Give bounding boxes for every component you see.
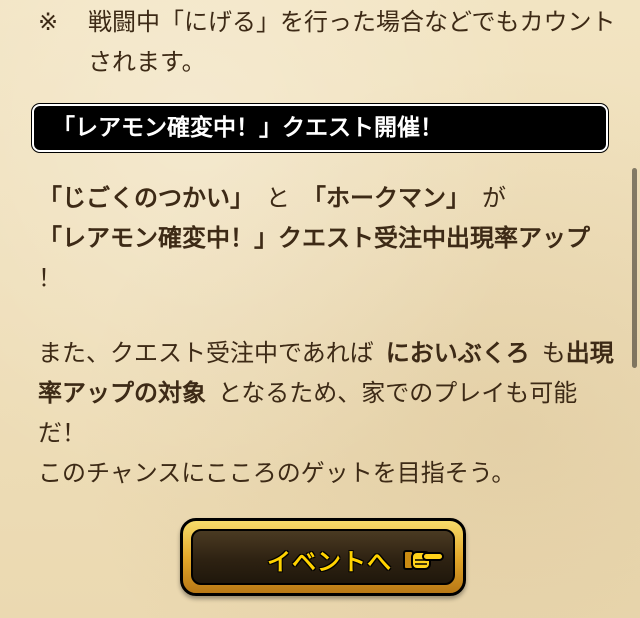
quest-effect-text: 「レアモン確変中！」クエスト受注中出現率アップ bbox=[38, 224, 590, 252]
event-button-label: イベントへ bbox=[267, 548, 392, 576]
pointing-hand-icon bbox=[403, 550, 444, 570]
particle-ga: が bbox=[482, 184, 506, 212]
footnote: ※ 戦闘中「にげる」を行った場合などでもカウントされます。 bbox=[38, 2, 618, 82]
paragraph-rare-monsters: 「じごくのつかい」と「ホークマン」が 「レアモン確変中！」クエスト受注中出現率ア… bbox=[38, 178, 618, 298]
note-mark: ※ bbox=[38, 8, 59, 36]
monster-name-1: 「じごくのつかい」 bbox=[38, 184, 254, 212]
note-text: 戦闘中「にげる」を行った場合などでもカウントされます。 bbox=[88, 8, 616, 76]
monster-name-2: 「ホークマン」 bbox=[302, 184, 470, 212]
item-name: においぶくろ bbox=[385, 339, 530, 367]
exclamation: ！ bbox=[38, 264, 62, 292]
particle-mo: も bbox=[541, 339, 566, 367]
event-button[interactable]: イベントへ bbox=[180, 518, 466, 596]
section-title-banner: 「レアモン確変中！」クエスト開催！ bbox=[32, 104, 608, 152]
scrollbar-thumb[interactable] bbox=[632, 168, 637, 368]
section-title-text: 「レアモン確変中！」クエスト開催！ bbox=[52, 115, 443, 141]
conjunction-to: と bbox=[266, 184, 290, 212]
item-intro-text: また、クエスト受注中であれば bbox=[38, 339, 374, 367]
paragraph-item-info: また、クエスト受注中であれば においぶくろ も出現率アップの対象 となるため、家でのプ… bbox=[38, 333, 618, 493]
encouragement-text: このチャンスにこころのゲットを目指そう。 bbox=[38, 459, 516, 487]
event-button-container: イベントへ bbox=[180, 518, 466, 596]
